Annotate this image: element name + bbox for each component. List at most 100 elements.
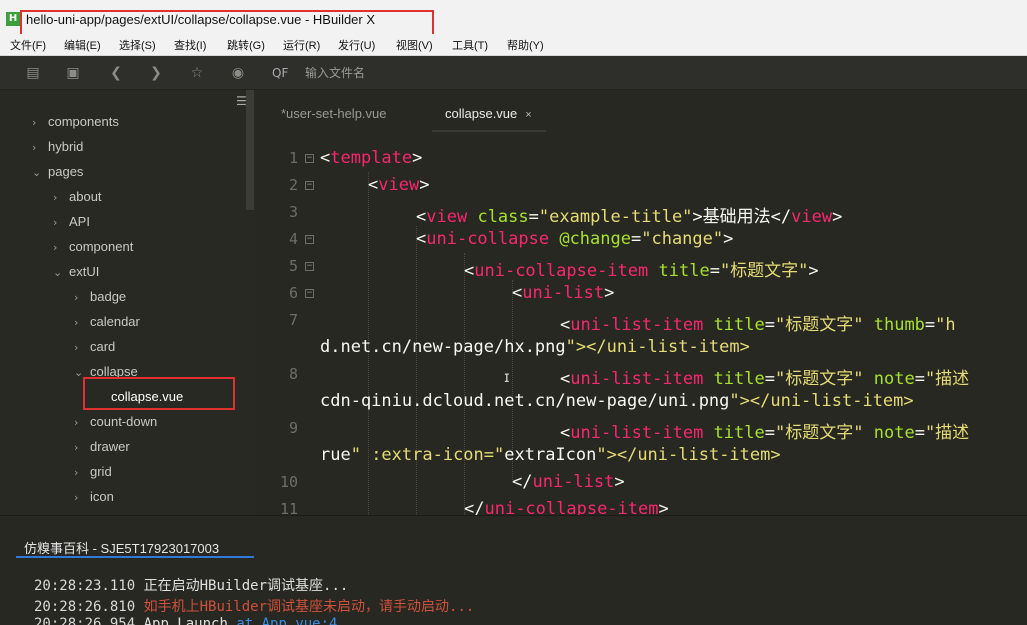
- line-number: 1: [288, 149, 298, 167]
- chevron-right-icon: ›: [74, 316, 79, 329]
- chevron-right-icon: ›: [32, 141, 37, 154]
- chevron-right-icon: ›: [53, 241, 58, 254]
- tree-item-api[interactable]: › API: [53, 211, 90, 233]
- code-line: <uni-list-item title="标题文字" note="描述: [560, 423, 970, 443]
- log-line: 20:28:26.954 App Launch at App.vue:4: [34, 616, 337, 625]
- chevron-right-icon: ›: [74, 291, 79, 304]
- console-tab[interactable]: 仿糗事百科 - SJE5T17923017003: [24, 538, 219, 557]
- active-console-tab-indicator: [16, 556, 254, 558]
- code-line: </uni-collapse-item>: [464, 499, 669, 515]
- code-line: cdn-qiniu.dcloud.net.cn/new-page/uni.png…: [320, 391, 914, 411]
- line-number: 2: [288, 176, 298, 194]
- menu-help[interactable]: 帮助(Y): [507, 37, 544, 53]
- chevron-right-icon: ›: [53, 216, 58, 229]
- code-line: <uni-collapse @change="change">: [416, 229, 734, 249]
- active-tab-indicator: [432, 130, 546, 132]
- text-cursor-icon: ɪ: [504, 368, 510, 386]
- source-link[interactable]: at App.vue:4: [228, 616, 337, 625]
- chevron-right-icon: ›: [74, 441, 79, 454]
- fold-toggle-icon[interactable]: −: [305, 289, 314, 298]
- menu-find[interactable]: 查找(I): [174, 37, 206, 53]
- line-number: 9: [288, 419, 298, 437]
- tab-user-set-help[interactable]: *user-set-help.vue: [281, 106, 387, 121]
- line-number: 10: [279, 473, 298, 491]
- tree-item-component[interactable]: › component: [53, 236, 133, 258]
- fold-toggle-icon[interactable]: −: [305, 154, 314, 163]
- chevron-right-icon: ›: [74, 491, 79, 504]
- menu-file[interactable]: 文件(F): [10, 37, 46, 53]
- hbuilder-window: { "window": { "title": "hello-uni-app/pa…: [0, 0, 1027, 625]
- tree-item-calendar[interactable]: › calendar: [74, 311, 140, 333]
- tree-item-card[interactable]: › card: [74, 336, 115, 358]
- sidebar-scrollbar[interactable]: [246, 90, 254, 210]
- tab-collapse-vue[interactable]: collapse.vue ×: [445, 106, 532, 121]
- console-panel: 仿糗事百科 - SJE5T17923017003 20:28:23.110 正在…: [0, 515, 1027, 625]
- tree-item-components[interactable]: › components: [32, 111, 119, 133]
- code-line: <view class="example-title">基础用法</view>: [416, 207, 843, 227]
- toolbar: ▤ ▣ ❮ ❯ ☆ ◉ QF: [0, 56, 1027, 90]
- chevron-right-icon: ›: [74, 341, 79, 354]
- menu-run[interactable]: 运行(R): [283, 37, 320, 53]
- selected-file-highlight-box: [83, 377, 235, 410]
- forward-icon[interactable]: ❯: [147, 64, 165, 82]
- tree-item-drawer[interactable]: › drawer: [74, 436, 130, 458]
- code-line: <uni-list-item title="标题文字" thumb="h: [560, 315, 956, 335]
- code-line: <view>: [368, 175, 430, 195]
- tree-item-hybrid[interactable]: › hybrid: [32, 136, 83, 158]
- search-icon[interactable]: QF: [272, 66, 288, 80]
- menu-bar: 文件(F) 编辑(E) 选择(S) 查找(I) 跳转(G) 运行(R) 发行(U…: [0, 34, 1027, 56]
- new-file-icon[interactable]: ▤: [24, 64, 42, 82]
- tree-item-about[interactable]: › about: [53, 186, 102, 208]
- fold-toggle-icon[interactable]: −: [305, 262, 314, 271]
- indent-guide: [416, 226, 417, 515]
- fold-toggle-icon[interactable]: −: [305, 181, 314, 190]
- tree-item-pages[interactable]: ⌄ pages: [32, 161, 83, 183]
- tree-item-icon[interactable]: › icon: [74, 486, 114, 508]
- menu-view[interactable]: 视图(V): [396, 37, 433, 53]
- tree-item-grid[interactable]: › grid: [74, 461, 112, 483]
- chevron-right-icon: ›: [74, 466, 79, 479]
- menu-edit[interactable]: 编辑(E): [64, 37, 101, 53]
- code-line: </uni-list>: [512, 472, 625, 492]
- line-number: 4: [288, 230, 298, 248]
- back-icon[interactable]: ❮: [107, 64, 125, 82]
- run-icon[interactable]: ◉: [229, 64, 247, 82]
- line-number: 3: [288, 203, 298, 221]
- line-number: 8: [288, 365, 298, 383]
- menu-publish[interactable]: 发行(U): [338, 37, 375, 53]
- hbuilder-logo-icon: H: [6, 12, 20, 26]
- menu-tools[interactable]: 工具(T): [452, 37, 488, 53]
- line-number: 11: [279, 500, 298, 515]
- code-line: rue" :extra-icon="extraIcon"></uni-list-…: [320, 445, 781, 465]
- menu-goto[interactable]: 跳转(G): [227, 37, 265, 53]
- line-number: 7: [288, 311, 298, 329]
- menu-select[interactable]: 选择(S): [119, 37, 156, 53]
- editor-tab-bar: *user-set-help.vue collapse.vue ×: [256, 90, 1027, 130]
- tree-item-extui[interactable]: ⌄ extUI: [53, 261, 99, 283]
- save-icon[interactable]: ▣: [64, 64, 82, 82]
- line-number: 6: [288, 284, 298, 302]
- tree-item-badge[interactable]: › badge: [74, 286, 126, 308]
- code-line: <uni-collapse-item title="标题文字">: [464, 261, 819, 281]
- code-line: <template>: [320, 148, 423, 168]
- code-line: <uni-list-item title="标题文字" note="描述: [560, 369, 970, 389]
- editor-pane: *user-set-help.vue collapse.vue × 1 2 3 4…: [256, 90, 1027, 515]
- chevron-down-icon: ⌄: [53, 266, 63, 279]
- tree-item-count-down[interactable]: › count-down: [74, 411, 157, 433]
- chevron-right-icon: ›: [32, 116, 37, 129]
- chevron-right-icon: ›: [53, 191, 58, 204]
- indent-guide: [464, 253, 465, 515]
- log-line: 20:28:23.110 正在启动HBuilder调试基座...: [34, 578, 349, 594]
- log-line: 20:28:26.810 如手机上HBuilder调试基座未启动，请手动启动..…: [34, 599, 475, 615]
- code-line: d.net.cn/new-page/hx.png"></uni-list-ite…: [320, 337, 750, 357]
- project-sidebar: ☰ › components › hybrid ⌄ pages › about › API…: [0, 90, 256, 515]
- chevron-down-icon: ⌄: [32, 166, 42, 179]
- line-number: 5: [288, 257, 298, 275]
- close-icon[interactable]: ×: [525, 109, 531, 121]
- file-search-input[interactable]: [305, 64, 705, 82]
- code-area[interactable]: 1 2 3 4 5 6 7 8 9 10 11 − − − − − <templ…: [256, 146, 1027, 515]
- chevron-right-icon: ›: [74, 416, 79, 429]
- code-line: <uni-list>: [512, 283, 615, 303]
- fold-toggle-icon[interactable]: −: [305, 235, 314, 244]
- favorite-icon[interactable]: ☆: [188, 64, 206, 82]
